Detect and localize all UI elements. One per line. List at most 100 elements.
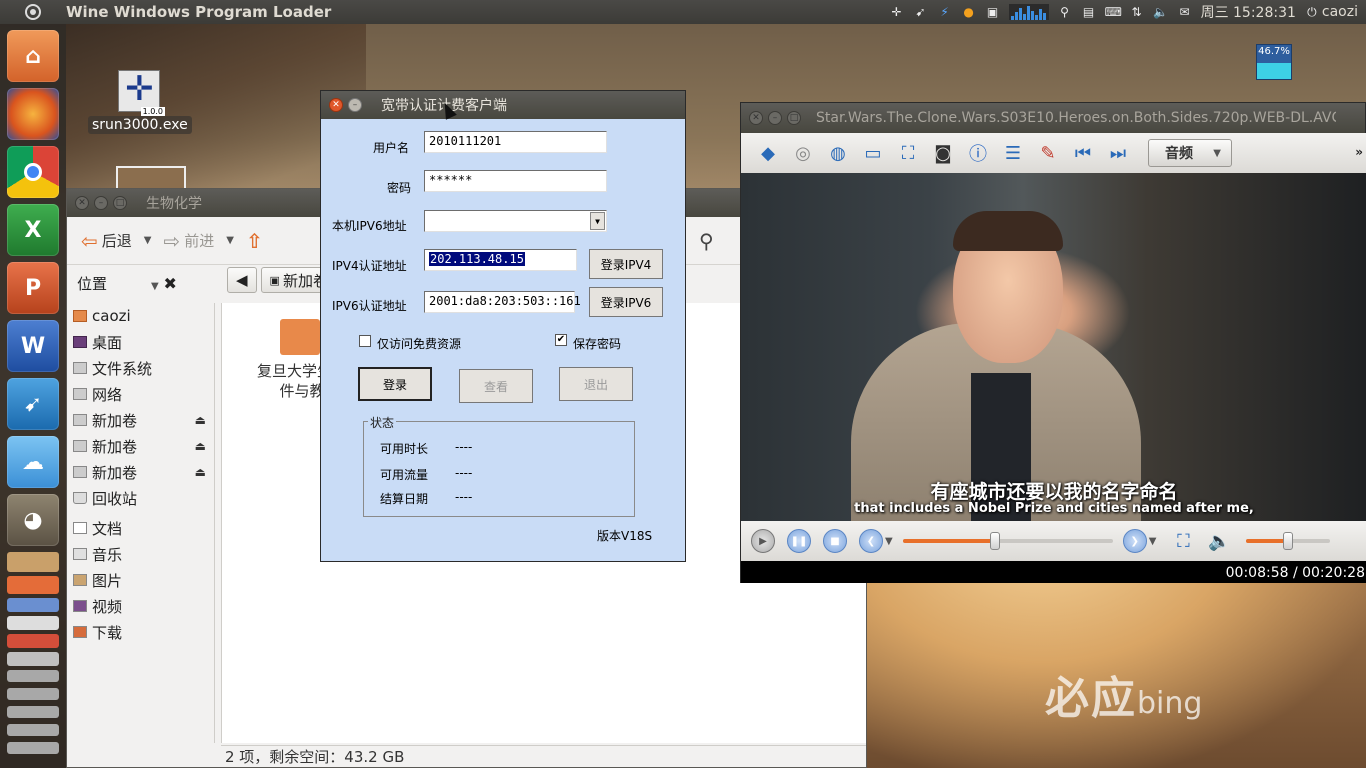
- maximize-icon[interactable]: □: [787, 111, 801, 125]
- pause-icon[interactable]: ❚❚: [787, 529, 811, 553]
- weather-launcher-icon[interactable]: ☁: [7, 436, 59, 488]
- sidebar-item-volume[interactable]: 新加卷 ⏏: [67, 407, 214, 433]
- notes-tray-icon[interactable]: ▤: [1081, 5, 1097, 19]
- sidebar-item-pictures[interactable]: 图片: [67, 567, 214, 593]
- launcher-stack[interactable]: [7, 706, 59, 718]
- sidebar-item-music[interactable]: 音乐: [67, 541, 214, 567]
- seek-bar[interactable]: [902, 532, 1113, 550]
- preferences-icon[interactable]: ✎: [1035, 140, 1061, 166]
- sidebar-item-videos[interactable]: 视频: [67, 593, 214, 619]
- info-icon[interactable]: ⓘ: [965, 140, 991, 166]
- chrome-launcher-icon[interactable]: [7, 146, 59, 198]
- network-updown-icon[interactable]: ⇅: [1129, 5, 1145, 19]
- ipv4-auth-field[interactable]: 202.113.48.15: [424, 249, 577, 271]
- launcher-stack[interactable]: [7, 576, 59, 594]
- previous-icon[interactable]: ⏮: [1070, 140, 1096, 166]
- volume-icon[interactable]: 🔈: [1206, 528, 1232, 554]
- path-back-button[interactable]: ◀: [227, 267, 257, 293]
- forward-menu-icon[interactable]: ▼: [1149, 536, 1157, 547]
- maximize-icon[interactable]: □: [113, 196, 127, 210]
- eject-icon[interactable]: ⏏: [195, 465, 206, 479]
- sidebar-item-desktop[interactable]: 桌面: [67, 329, 214, 355]
- word-launcher-icon[interactable]: W: [7, 320, 59, 372]
- password-field[interactable]: ******: [424, 170, 607, 192]
- save-password-checkbox[interactable]: ✔: [555, 334, 567, 346]
- open-url-icon[interactable]: ◍: [825, 140, 851, 166]
- sidebar-item-downloads[interactable]: 下载: [67, 619, 214, 645]
- launcher-stack[interactable]: [7, 652, 59, 666]
- rewind-icon[interactable]: ❮: [859, 529, 883, 553]
- close-sidebar-icon[interactable]: ✖: [164, 274, 177, 293]
- playlist-icon[interactable]: ☰: [1000, 140, 1026, 166]
- feeds-tray-icon[interactable]: ➹: [913, 5, 929, 19]
- srun-titlebar[interactable]: ✕ – 宽带认证计费客户端: [321, 91, 685, 119]
- free-only-label[interactable]: 仅访问免费资源: [377, 335, 461, 352]
- login-button[interactable]: 登录: [358, 367, 432, 401]
- window-mode-icon[interactable]: ▭: [860, 140, 886, 166]
- launcher-stack[interactable]: [7, 598, 59, 612]
- sidebar-item-trash[interactable]: 回收站: [67, 485, 214, 511]
- location-tray-icon[interactable]: ⚲: [1057, 5, 1073, 19]
- back-button[interactable]: ⇦ 后退: [75, 225, 138, 257]
- lightning-tray-icon[interactable]: ⚡: [937, 5, 953, 19]
- play-icon[interactable]: ▶: [751, 529, 775, 553]
- seek-handle[interactable]: [989, 532, 1000, 550]
- window-thumbnail[interactable]: [116, 166, 186, 190]
- next-icon[interactable]: ⏭: [1105, 140, 1131, 166]
- local-ipv6-select[interactable]: ▼: [424, 210, 607, 232]
- login-ipv6-button[interactable]: 登录IPV6: [589, 287, 663, 317]
- launcher-stack[interactable]: [7, 552, 59, 572]
- sidebar-item-documents[interactable]: 文档: [67, 515, 214, 541]
- powerpoint-launcher-icon[interactable]: P: [7, 262, 59, 314]
- system-monitor-graph[interactable]: [1008, 4, 1049, 20]
- launcher-stack[interactable]: [7, 742, 59, 754]
- back-history-icon[interactable]: ▼: [144, 235, 152, 246]
- sidebar-item-volume[interactable]: 新加卷 ⏏: [67, 433, 214, 459]
- sidebar-item-volume[interactable]: 新加卷 ⏏: [67, 459, 214, 485]
- forward-button[interactable]: ⇨ 前进: [157, 225, 220, 257]
- firefox-launcher-icon[interactable]: [7, 88, 59, 140]
- dropdown-arrow-icon[interactable]: ▼: [590, 212, 605, 230]
- device-tray-icon[interactable]: ▣: [985, 5, 1001, 19]
- audio-menu-button[interactable]: 音频 ▼: [1148, 139, 1232, 167]
- username-field[interactable]: 2010111201: [424, 131, 607, 153]
- eject-icon[interactable]: ⏏: [195, 413, 206, 427]
- session-icon[interactable]: ⏻: [1304, 5, 1320, 19]
- clock[interactable]: 周三 15:28:31: [1201, 2, 1296, 22]
- excel-launcher-icon[interactable]: X: [7, 204, 59, 256]
- minimize-icon[interactable]: –: [94, 196, 108, 210]
- launcher-stack[interactable]: [7, 670, 59, 682]
- cpu-meter-widget[interactable]: 46.7%: [1256, 44, 1292, 80]
- minimize-icon[interactable]: –: [348, 98, 362, 112]
- folder-icon[interactable]: [280, 319, 320, 355]
- home-folder-launcher-icon[interactable]: ⌂: [7, 30, 59, 82]
- sidebar-header[interactable]: 位置 ▼ ✖: [67, 265, 215, 301]
- player-titlebar[interactable]: ✕ – □ Star.Wars.The.Clone.Wars.S03E10.He…: [741, 103, 1365, 133]
- view-button[interactable]: 查看: [459, 369, 533, 403]
- volume-tray-icon[interactable]: 🔈: [1153, 5, 1169, 19]
- volume-slider[interactable]: [1246, 532, 1331, 550]
- launcher-stack[interactable]: [7, 634, 59, 648]
- fullscreen-icon[interactable]: ⛶: [895, 140, 921, 166]
- open-file-icon[interactable]: ◆: [755, 140, 781, 166]
- open-disc-icon[interactable]: ◎: [790, 140, 816, 166]
- rewind-menu-icon[interactable]: ▼: [885, 536, 893, 547]
- mail-tray-icon[interactable]: ✉: [1177, 5, 1193, 19]
- fullscreen-icon[interactable]: ⛶: [1170, 528, 1196, 554]
- free-only-checkbox[interactable]: [359, 335, 371, 347]
- dash-button[interactable]: [0, 0, 66, 24]
- minimize-icon[interactable]: –: [768, 111, 782, 125]
- toolbar-more-icon[interactable]: »: [1355, 145, 1363, 159]
- close-icon[interactable]: ✕: [75, 196, 89, 210]
- ipv6-auth-field[interactable]: 2001:da8:203:503::161: [424, 291, 581, 313]
- feeds-launcher-icon[interactable]: ➹: [7, 378, 59, 430]
- eject-icon[interactable]: ⏏: [195, 439, 206, 453]
- wine-tray-icon[interactable]: ✛: [889, 5, 905, 19]
- screenshot-icon[interactable]: ◙: [930, 140, 956, 166]
- weather-tray-icon[interactable]: ●: [961, 5, 977, 19]
- user-name[interactable]: caozi: [1322, 4, 1358, 20]
- sidebar-item-filesystem[interactable]: 文件系统: [67, 355, 214, 381]
- forward-history-icon[interactable]: ▼: [226, 235, 234, 246]
- close-icon[interactable]: ✕: [749, 111, 763, 125]
- keyboard-tray-icon[interactable]: ⌨: [1105, 5, 1122, 19]
